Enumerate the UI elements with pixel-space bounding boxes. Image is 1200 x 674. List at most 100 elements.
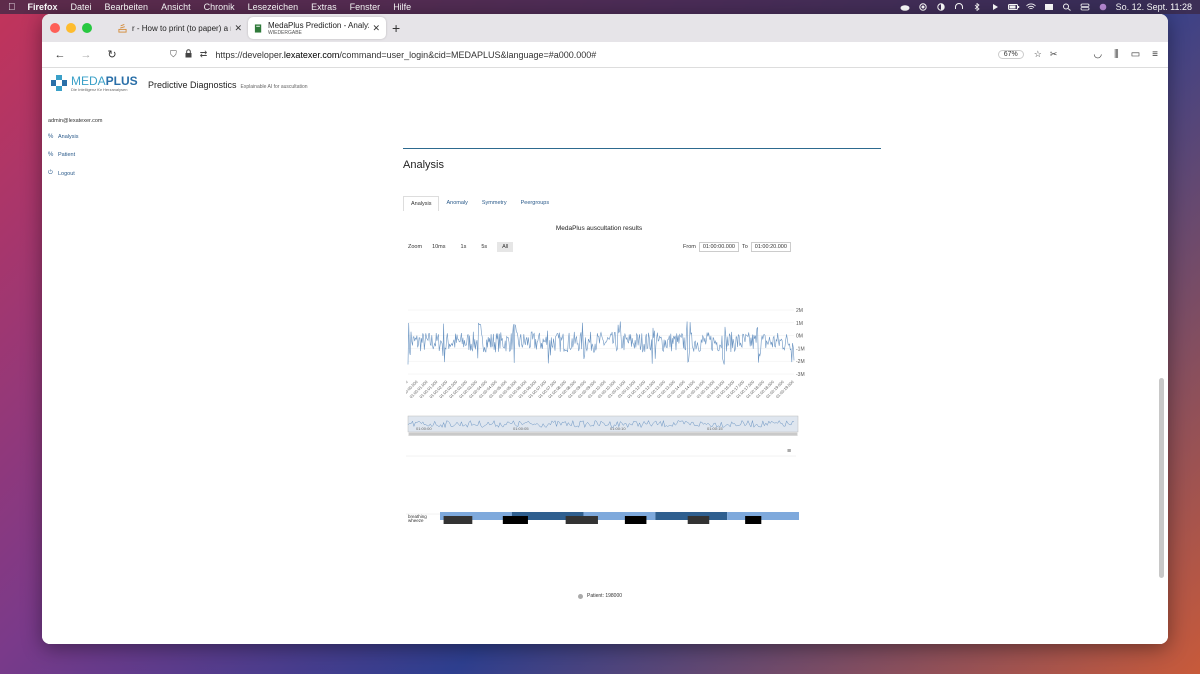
apple-icon[interactable]:  bbox=[8, 2, 16, 13]
menu-ansicht[interactable]: Ansicht bbox=[161, 2, 191, 12]
contrast-icon[interactable] bbox=[936, 3, 946, 11]
page-scrollbar[interactable] bbox=[1159, 108, 1164, 588]
power-icon: ⏻ bbox=[48, 170, 53, 176]
permissions-icon[interactable]: ⇄ bbox=[200, 49, 208, 60]
bluetooth-icon[interactable] bbox=[972, 3, 982, 11]
section-divider bbox=[403, 148, 881, 149]
menu-bearbeiten[interactable]: Bearbeiten bbox=[105, 2, 149, 12]
zoom-1s-button[interactable]: 1s bbox=[456, 242, 472, 252]
menu-hilfe[interactable]: Hilfe bbox=[393, 2, 411, 12]
tab-bar: r - How to print (to paper) a nic ✕ Meda… bbox=[42, 14, 1168, 42]
new-tab-button[interactable]: + bbox=[392, 20, 400, 36]
chart-legend[interactable]: Patient: 198000 bbox=[578, 593, 622, 599]
zoom-5s-button[interactable]: 5s bbox=[476, 242, 492, 252]
flag-icon[interactable] bbox=[1044, 3, 1054, 11]
navigator-label: 01:00:00 bbox=[416, 426, 432, 431]
sidebar: admin@lexatexer.com % Analysis % Patient ⏻… bbox=[48, 118, 103, 189]
pocket-icon[interactable]: ◡ bbox=[1093, 49, 1102, 60]
cloud-icon[interactable] bbox=[900, 3, 910, 11]
tab-title-text: MedaPlus Prediction - Analyze bbox=[268, 20, 370, 30]
subtab-analysis[interactable]: Analysis bbox=[403, 196, 440, 211]
subtab-peergroups[interactable]: Peergroups bbox=[514, 196, 556, 211]
window-controls bbox=[50, 23, 92, 33]
record-icon[interactable] bbox=[918, 3, 928, 11]
tab-stackexchange[interactable]: r - How to print (to paper) a nic ✕ bbox=[112, 17, 248, 39]
close-window-button[interactable] bbox=[50, 23, 60, 33]
scrollbar-thumb[interactable] bbox=[1159, 378, 1164, 578]
wheeze-segment bbox=[443, 516, 473, 524]
tab-medaplus[interactable]: MedaPlus Prediction - Analyze WIEDERGABE … bbox=[248, 17, 386, 39]
tab-title: MedaPlus Prediction - Analyze WIEDERGABE bbox=[268, 21, 369, 36]
chart-title: MedaPlus auscultation results bbox=[555, 225, 643, 232]
annotation-timeline-chart[interactable]: breathingwheeze01:00:0001:00:0201:00:040… bbox=[406, 444, 806, 592]
user-email: admin@lexatexer.com bbox=[48, 118, 103, 124]
subtab-symmetry[interactable]: Symmetry bbox=[475, 196, 514, 211]
forward-arrow-icon[interactable]: → bbox=[78, 49, 94, 61]
zoom-all-button[interactable]: All bbox=[497, 242, 514, 252]
medaplus-logo[interactable]: MEDAPLUS Die Intelligenz für Herzanalysen bbox=[50, 74, 138, 92]
minimize-window-button[interactable] bbox=[66, 23, 76, 33]
battery-icon[interactable] bbox=[1007, 3, 1019, 11]
link-icon: % bbox=[48, 134, 54, 140]
auscultation-waveform-chart[interactable]: 2M1M0M-1M-2M-3M01:00:00.00001:00:00.5000… bbox=[406, 258, 806, 438]
range-selector: From 01:00:00.000 To 01:00:20.000 bbox=[683, 242, 791, 252]
hamburger-menu-icon[interactable]: ≡ bbox=[1152, 49, 1158, 60]
medaplus-icon bbox=[254, 23, 262, 33]
page-header: Predictive Diagnostics Explainable AI for… bbox=[148, 80, 308, 90]
clock[interactable]: So. 12. Sept. 11:28 bbox=[1116, 2, 1192, 12]
play-icon[interactable] bbox=[990, 3, 1000, 11]
screenshot-icon[interactable]: ✂ bbox=[1050, 49, 1058, 60]
search-icon[interactable] bbox=[1062, 3, 1072, 11]
tab-subtitle: WIEDERGABE bbox=[268, 29, 302, 36]
menu-datei[interactable]: Datei bbox=[71, 2, 92, 12]
close-tab-icon[interactable]: ✕ bbox=[372, 23, 380, 34]
toolbar-right: ◡ ⫼ ▭ ≡ bbox=[1093, 49, 1158, 60]
menu-chronik[interactable]: Chronik bbox=[204, 2, 235, 12]
to-input[interactable]: 01:00:20.000 bbox=[750, 242, 791, 252]
zoom-level-badge[interactable]: 67% bbox=[997, 50, 1024, 59]
menu-extras[interactable]: Extras bbox=[311, 2, 337, 12]
headphones-icon[interactable] bbox=[954, 3, 964, 11]
menu-fenster[interactable]: Fenster bbox=[350, 2, 381, 12]
url-bar[interactable]: ⛉ ⇄ https://developer.lexatexer.com/comm… bbox=[170, 45, 1065, 65]
wheeze-segment bbox=[624, 516, 647, 524]
url-text[interactable]: https://developer.lexatexer.com/command=… bbox=[215, 50, 997, 60]
lock-icon[interactable] bbox=[185, 49, 192, 60]
brand-name: MEDAPLUS Die Intelligenz für Herzanalysen bbox=[71, 75, 138, 92]
zoom-window-button[interactable] bbox=[82, 23, 92, 33]
wifi-icon[interactable] bbox=[1025, 3, 1036, 11]
wheeze-segment bbox=[502, 516, 528, 524]
shield-icon[interactable]: ⛉ bbox=[170, 49, 177, 60]
menu-app-firefox[interactable]: Firefox bbox=[28, 2, 58, 12]
zoom-10ms-button[interactable]: 10ms bbox=[427, 242, 450, 252]
sidebar-item-analysis[interactable]: % Analysis bbox=[48, 134, 103, 140]
row-label: wheeze bbox=[408, 518, 424, 523]
url-host: lexatexer.com bbox=[283, 49, 340, 60]
legend-marker bbox=[578, 593, 583, 599]
sidebar-item-label: Logout bbox=[58, 170, 75, 177]
navigator-label: 01:00:10 bbox=[610, 426, 626, 431]
analysis-subtabs: Analysis Anomaly Symmetry Peergroups bbox=[403, 196, 556, 211]
reload-icon[interactable]: ↻ bbox=[104, 48, 120, 61]
menu-lesezeichen[interactable]: Lesezeichen bbox=[248, 2, 299, 12]
to-label: To bbox=[741, 244, 748, 250]
macos-menubar:  Firefox Datei Bearbeiten Ansicht Chron… bbox=[0, 0, 1200, 14]
control-center-icon[interactable] bbox=[1080, 3, 1090, 11]
from-input[interactable]: 01:00:00.000 bbox=[698, 242, 739, 252]
back-arrow-icon[interactable]: ← bbox=[52, 49, 68, 61]
sidebar-toggle-icon[interactable]: ▭ bbox=[1131, 49, 1140, 60]
close-tab-icon[interactable]: ✕ bbox=[234, 23, 242, 34]
header-subtitle: Explainable AI for auscultation bbox=[240, 84, 308, 90]
y-tick-label: -1M bbox=[796, 346, 805, 352]
star-bookmark-icon[interactable]: ☆ bbox=[1034, 49, 1042, 60]
brand-name-b: PLUS bbox=[105, 73, 138, 88]
library-icon[interactable]: ⫼ bbox=[1114, 49, 1119, 60]
page-title: Analysis bbox=[403, 159, 444, 171]
wheeze-segment bbox=[687, 516, 710, 524]
navigation-bar: ← → ↻ ⛉ ⇄ https://developer.lexatexer.co… bbox=[42, 42, 1168, 68]
sidebar-item-logout[interactable]: ⏻ Logout bbox=[48, 170, 103, 177]
subtab-anomaly[interactable]: Anomaly bbox=[439, 196, 474, 211]
siri-icon[interactable] bbox=[1098, 3, 1108, 11]
navigator-window bbox=[407, 415, 799, 433]
sidebar-item-patient[interactable]: % Patient bbox=[48, 152, 103, 158]
